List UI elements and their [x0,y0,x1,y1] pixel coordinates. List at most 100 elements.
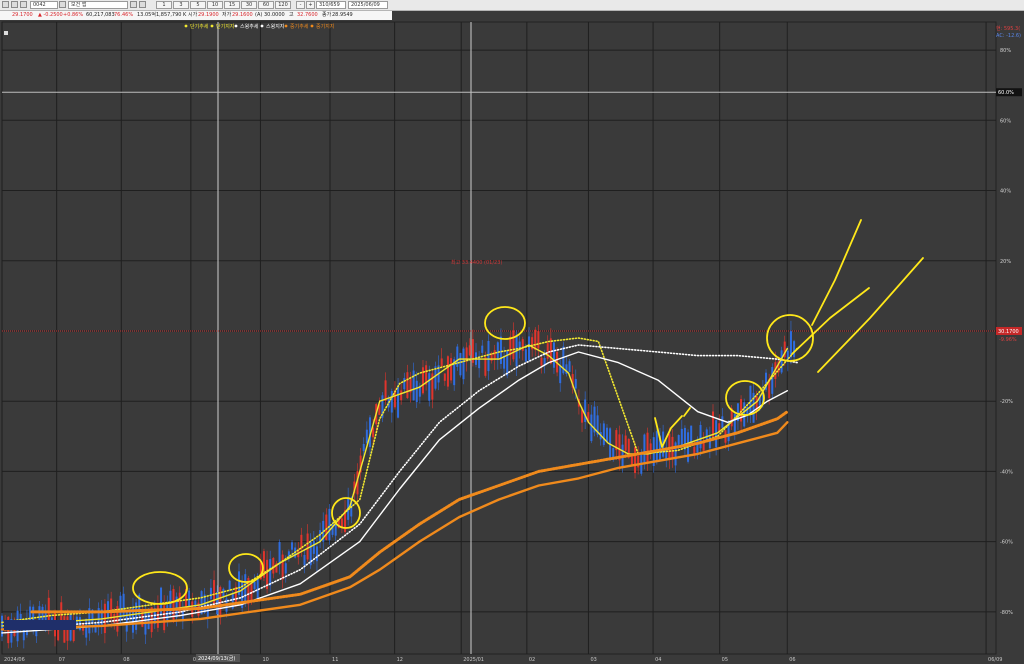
candle [630,456,633,465]
y-tick-label: -40% [1000,469,1013,475]
x-tick-label: 2024/06 [4,657,25,663]
candle [328,508,331,541]
candle [443,373,446,381]
y-tick-label: 80% [1000,48,1011,54]
peak-annotation: 최고 33.4400 (01/23) [451,259,502,266]
candle [484,357,487,376]
candle [721,416,724,428]
candle [584,399,587,422]
candle [200,591,203,615]
candle [253,581,256,589]
cursor-label: 2024/09/13(금) [198,656,235,662]
candle [702,442,705,451]
candle [749,385,752,413]
candle [605,427,608,442]
candle [406,372,409,398]
candle [568,361,571,372]
x-tick-label: 12 [397,657,403,663]
legend-marker [284,24,288,28]
price-tag-pct: -9.96% [999,337,1017,343]
candle [365,429,368,444]
x-tick-label: 06 [789,657,795,663]
legend-item: 중기지지 [316,23,334,30]
candle [278,542,281,565]
candle [752,392,755,423]
legend-item: 단기지지 [216,23,234,30]
candle [38,606,41,622]
candle [646,432,649,464]
candle [384,380,387,402]
candle [559,365,562,384]
candle [269,559,272,586]
x-tick-label: 2025/01 [463,657,484,663]
candle [780,350,783,373]
x-tick-label: 10 [262,657,268,663]
candle [503,356,506,369]
candle [428,373,431,401]
candle [690,425,693,444]
x-tick-label: 03 [590,657,596,663]
legend-marker [234,24,238,28]
candle [400,390,403,401]
candle [496,342,499,360]
candle [446,356,449,387]
candle [122,593,125,618]
candle [85,618,88,638]
x-tick-label: 06/09 [988,657,1002,663]
candle [450,358,453,381]
candle [462,348,465,380]
info-box [4,620,76,630]
candle [487,340,490,372]
candle [733,413,736,433]
candle [147,612,150,630]
candle [540,357,543,366]
candle [537,330,540,349]
candle [315,546,318,562]
price-chart[interactable]: 80%60%40%20%0%-20%-40%-60%-80%2024/06070… [0,0,1024,664]
candle [680,428,683,447]
candle [499,336,502,364]
legend-item: 스윙지지 [266,23,284,30]
y-tick-label: -20% [1000,399,1013,405]
candle [362,443,365,452]
candle [793,341,796,358]
candle [590,414,593,442]
candle [188,590,191,607]
candle [228,580,231,590]
candle [602,423,605,445]
panel-marker [4,31,8,35]
legend-marker [184,24,188,28]
candle [172,588,175,620]
y-tick-label: 60% [1000,118,1011,124]
candle [677,435,680,445]
y-tick-label: 40% [1000,189,1011,195]
legend-item: 단기추세 [190,23,209,30]
candle [312,540,315,554]
white-line-tag: 60.0% [998,90,1014,96]
candle [521,339,524,351]
y-tick-label: -60% [1000,540,1013,546]
candle [506,350,509,376]
candle [481,345,484,353]
legend-marker [310,24,314,28]
right-label-top2: AC: -12.6) [996,33,1021,39]
candle [655,431,658,461]
candle [534,329,537,350]
candle [699,424,702,449]
legend-item: 스윙추세 [240,23,259,30]
candle [574,378,577,389]
candle [107,601,110,619]
candle [412,370,415,401]
candle [624,435,627,451]
x-tick-label: 02 [529,657,535,663]
candle [291,542,294,550]
candle [334,524,337,536]
candle [634,447,637,474]
candle [668,433,671,460]
candle [546,343,549,359]
candle [415,380,418,403]
legend-marker [210,24,214,28]
x-tick-label: 04 [655,657,661,663]
candle [110,598,113,619]
chart-background [0,20,1024,664]
